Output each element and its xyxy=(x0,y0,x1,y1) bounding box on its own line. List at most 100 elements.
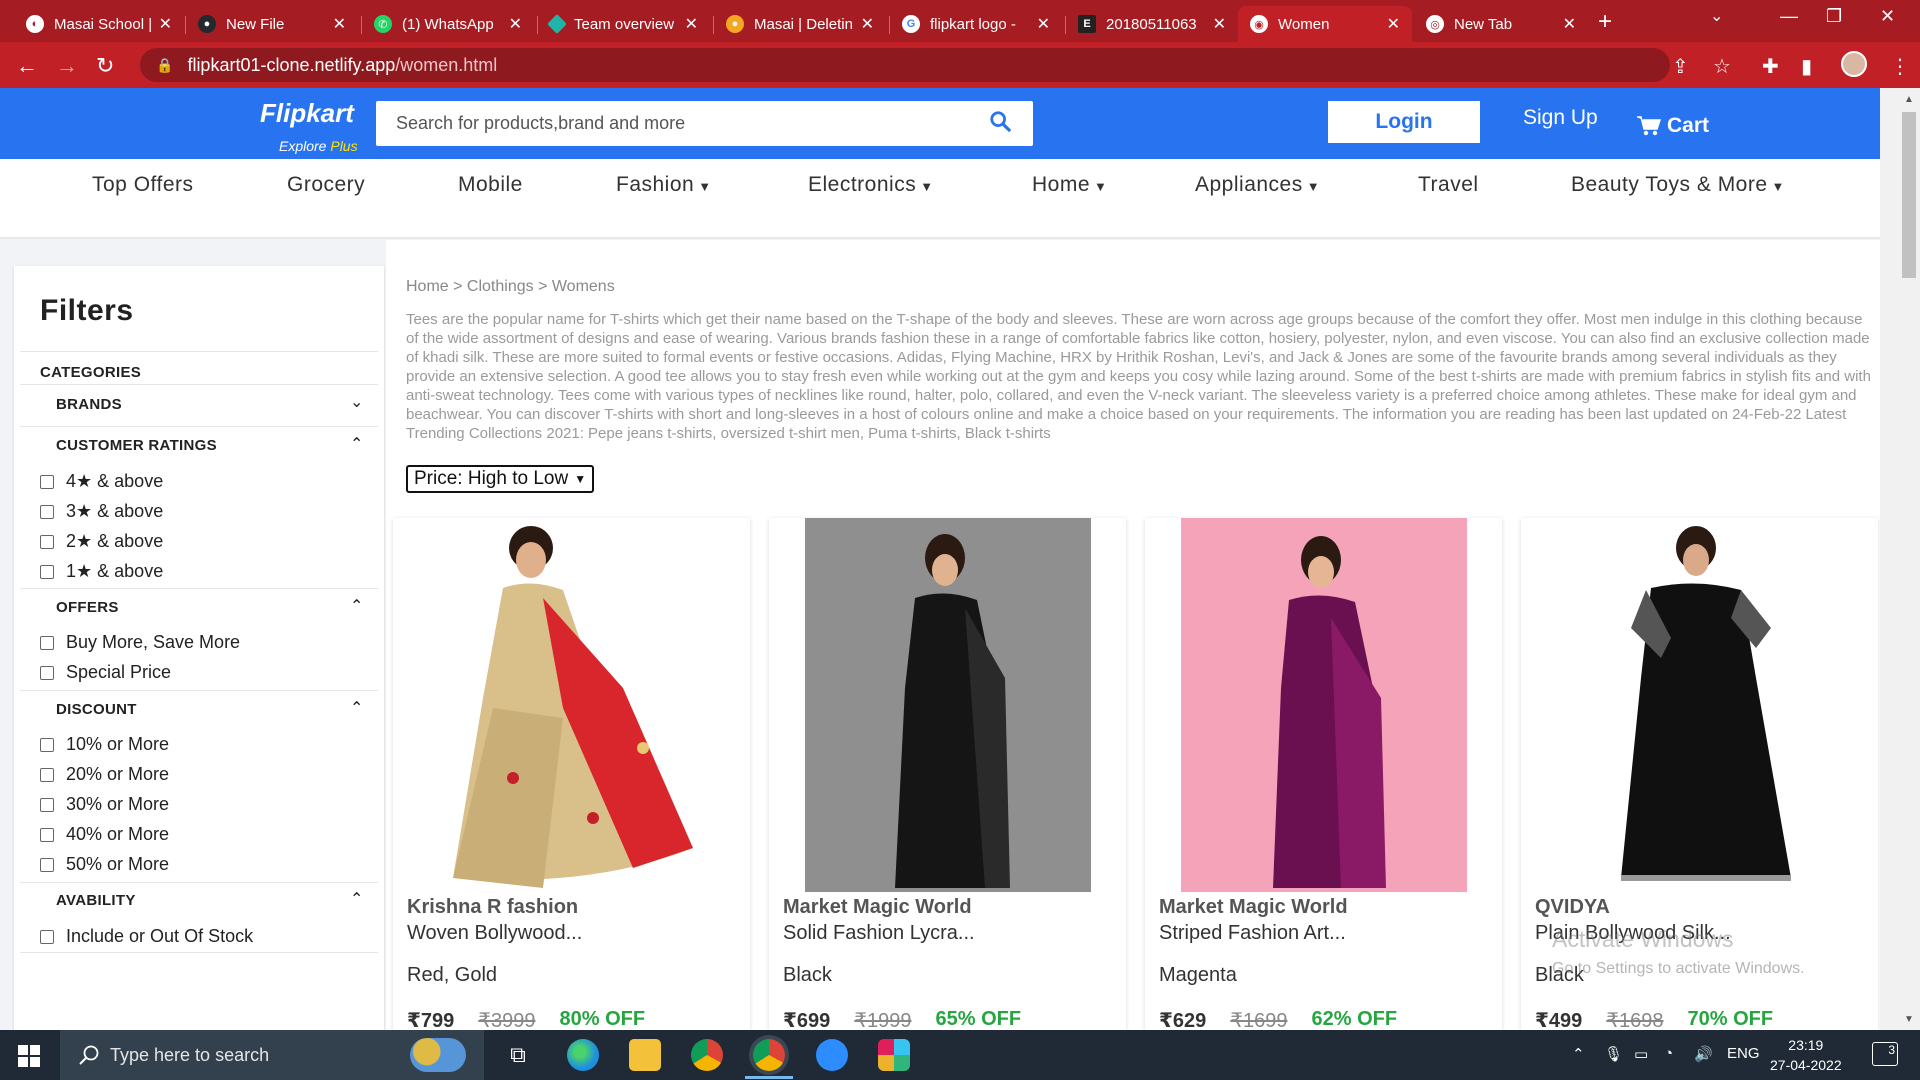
url-bar[interactable]: 🔒 flipkart01-clone.netlify.app/women.htm… xyxy=(140,48,1670,82)
discount-section[interactable]: DISCOUNT xyxy=(56,701,137,718)
file-explorer-icon[interactable] xyxy=(629,1039,661,1071)
tab-flipkart-logo[interactable]: G flipkart logo - ✕ xyxy=(890,6,1062,42)
tab-whatsapp[interactable]: ✆ (1) WhatsApp ✕ xyxy=(362,6,534,42)
rating-option[interactable]: 4★ & above xyxy=(40,471,163,492)
nav-item-beauty-toys-more[interactable]: Beauty Toys & More ▼ xyxy=(1571,173,1785,197)
microphone-icon[interactable]: 🎙 xyxy=(1604,1045,1623,1063)
nav-item-appliances[interactable]: Appliances ▼ xyxy=(1195,173,1320,197)
system-clock[interactable]: 23:19 27-04-2022 xyxy=(1770,1035,1842,1075)
nav-item-top-offers[interactable]: Top Offers xyxy=(92,173,194,197)
minimize-icon[interactable]: — xyxy=(1780,6,1798,27)
close-icon[interactable]: ✕ xyxy=(1037,14,1050,34)
checkbox[interactable] xyxy=(40,504,54,519)
discount-option[interactable]: 50% or More xyxy=(40,854,169,875)
close-icon[interactable]: ✕ xyxy=(861,14,874,34)
product-card[interactable]: Market Magic World Striped Fashion Art..… xyxy=(1145,518,1502,1030)
search-icon[interactable] xyxy=(989,110,1011,132)
nav-item-home[interactable]: Home ▼ xyxy=(1032,173,1107,197)
product-image[interactable] xyxy=(1181,518,1467,892)
rating-option[interactable]: 2★ & above xyxy=(40,531,163,552)
checkbox[interactable] xyxy=(40,857,54,872)
cart-button[interactable]: Cart xyxy=(1637,114,1709,138)
extensions-puzzle-icon[interactable]: ✚ xyxy=(1762,54,1779,79)
discount-option[interactable]: 40% or More xyxy=(40,824,169,845)
product-image[interactable] xyxy=(805,518,1091,892)
tab-masai-school[interactable]: ◐ Masai School | ✕ xyxy=(14,6,184,42)
windows-start-icon[interactable] xyxy=(18,1045,40,1067)
chevron-up-icon[interactable]: ⌃ xyxy=(1572,1045,1585,1063)
checkbox[interactable] xyxy=(40,827,54,842)
volume-icon[interactable]: 🔊 xyxy=(1694,1045,1713,1063)
battery-icon[interactable]: ▭ xyxy=(1634,1045,1648,1063)
chevron-up-icon[interactable]: ⌃ xyxy=(350,698,363,718)
chevron-up-icon[interactable]: ⌃ xyxy=(350,889,363,909)
flipkart-logo[interactable]: Flipkart xyxy=(260,98,354,129)
availability-section[interactable]: AVABILITY xyxy=(56,892,136,909)
checkbox[interactable] xyxy=(40,797,54,812)
chevron-down-icon[interactable]: ⌄ xyxy=(350,392,363,412)
nav-item-fashion[interactable]: Fashion ▼ xyxy=(616,173,712,197)
tab-team-overview[interactable]: Team overview ✕ xyxy=(538,6,710,42)
page-scrollbar[interactable]: ▲ ▼ xyxy=(1880,88,1920,1030)
checkbox[interactable] xyxy=(40,767,54,782)
chrome-profile-icon[interactable] xyxy=(753,1039,785,1071)
tab-e-document[interactable]: E 20180511063 ✕ xyxy=(1066,6,1238,42)
product-image[interactable] xyxy=(1521,518,1878,892)
tab-masai-deleting[interactable]: ● Masai | Deletin ✕ xyxy=(714,6,886,42)
product-card[interactable]: QVIDYA Plain Bollywood Silk... Black ₹49… xyxy=(1521,518,1878,1030)
tab-new-file[interactable]: ● New File ✕ xyxy=(186,6,358,42)
restore-icon[interactable]: ❐ xyxy=(1826,6,1842,27)
tab-new-tab[interactable]: ◎ New Tab ✕ xyxy=(1414,6,1588,42)
tab-women-active[interactable]: ◉ Women ✕ xyxy=(1238,6,1412,42)
new-tab-plus-icon[interactable]: + xyxy=(1598,8,1612,36)
profile-avatar[interactable] xyxy=(1841,51,1867,77)
product-image[interactable] xyxy=(393,518,750,892)
discount-option[interactable]: 30% or More xyxy=(40,794,169,815)
product-card[interactable]: Krishna R fashion Woven Bollywood... Red… xyxy=(393,518,750,1030)
offer-option[interactable]: Buy More, Save More xyxy=(40,632,240,653)
explore-plus-link[interactable]: Explore Plus xyxy=(279,138,358,154)
zoom-icon[interactable] xyxy=(816,1039,848,1071)
sort-select[interactable]: Price: High to Low ▼ xyxy=(406,465,595,493)
close-icon[interactable]: ✕ xyxy=(159,14,172,34)
search-input[interactable]: Search for products,brand and more xyxy=(376,101,1033,146)
edge-browser-icon[interactable] xyxy=(567,1039,599,1071)
nav-item-travel[interactable]: Travel xyxy=(1418,173,1479,197)
login-button[interactable]: Login xyxy=(1328,101,1480,143)
close-icon[interactable]: ✕ xyxy=(1563,14,1576,34)
rating-option[interactable]: 3★ & above xyxy=(40,501,163,522)
checkbox[interactable] xyxy=(40,635,54,650)
close-icon[interactable]: ✕ xyxy=(1387,14,1400,34)
window-close-icon[interactable]: ✕ xyxy=(1880,6,1895,27)
offers-section[interactable]: OFFERS xyxy=(56,599,119,616)
weather-widget-icon[interactable] xyxy=(410,1038,466,1072)
forward-arrow-icon[interactable]: → xyxy=(56,53,78,79)
language-indicator[interactable]: ENG xyxy=(1727,1045,1760,1062)
chevron-up-icon[interactable]: ⌃ xyxy=(350,434,363,454)
nav-item-grocery[interactable]: Grocery xyxy=(287,173,365,197)
checkbox[interactable] xyxy=(40,737,54,752)
notification-center-icon[interactable]: 3 xyxy=(1872,1042,1898,1066)
nav-item-mobile[interactable]: Mobile xyxy=(458,173,523,197)
side-panel-icon[interactable]: ▮ xyxy=(1801,54,1812,79)
bookmark-star-icon[interactable]: ☆ xyxy=(1713,54,1731,79)
slack-icon[interactable] xyxy=(878,1039,910,1071)
brands-section[interactable]: BRANDS xyxy=(56,396,122,413)
signup-link[interactable]: Sign Up xyxy=(1523,106,1598,130)
taskbar-search-input[interactable]: Type here to search xyxy=(60,1030,484,1080)
close-icon[interactable]: ✕ xyxy=(509,14,522,34)
customer-ratings-section[interactable]: CUSTOMER RATINGS xyxy=(56,437,217,454)
share-icon[interactable]: ⇪ xyxy=(1672,54,1689,79)
discount-option[interactable]: 20% or More xyxy=(40,764,169,785)
scroll-up-icon[interactable]: ▲ xyxy=(1904,94,1914,105)
offer-option[interactable]: Special Price xyxy=(40,662,171,683)
task-view-icon[interactable]: ⧉ xyxy=(502,1039,534,1071)
availability-option[interactable]: Include or Out Of Stock xyxy=(40,926,253,947)
nav-item-electronics[interactable]: Electronics ▼ xyxy=(808,173,934,197)
discount-option[interactable]: 10% or More xyxy=(40,734,169,755)
close-icon[interactable]: ✕ xyxy=(1213,14,1226,34)
close-icon[interactable]: ✕ xyxy=(685,14,698,34)
reload-icon[interactable]: ↻ xyxy=(96,53,114,79)
scroll-down-icon[interactable]: ▼ xyxy=(1904,1014,1914,1025)
wifi-icon[interactable]: ◔ xyxy=(1664,1045,1673,1062)
